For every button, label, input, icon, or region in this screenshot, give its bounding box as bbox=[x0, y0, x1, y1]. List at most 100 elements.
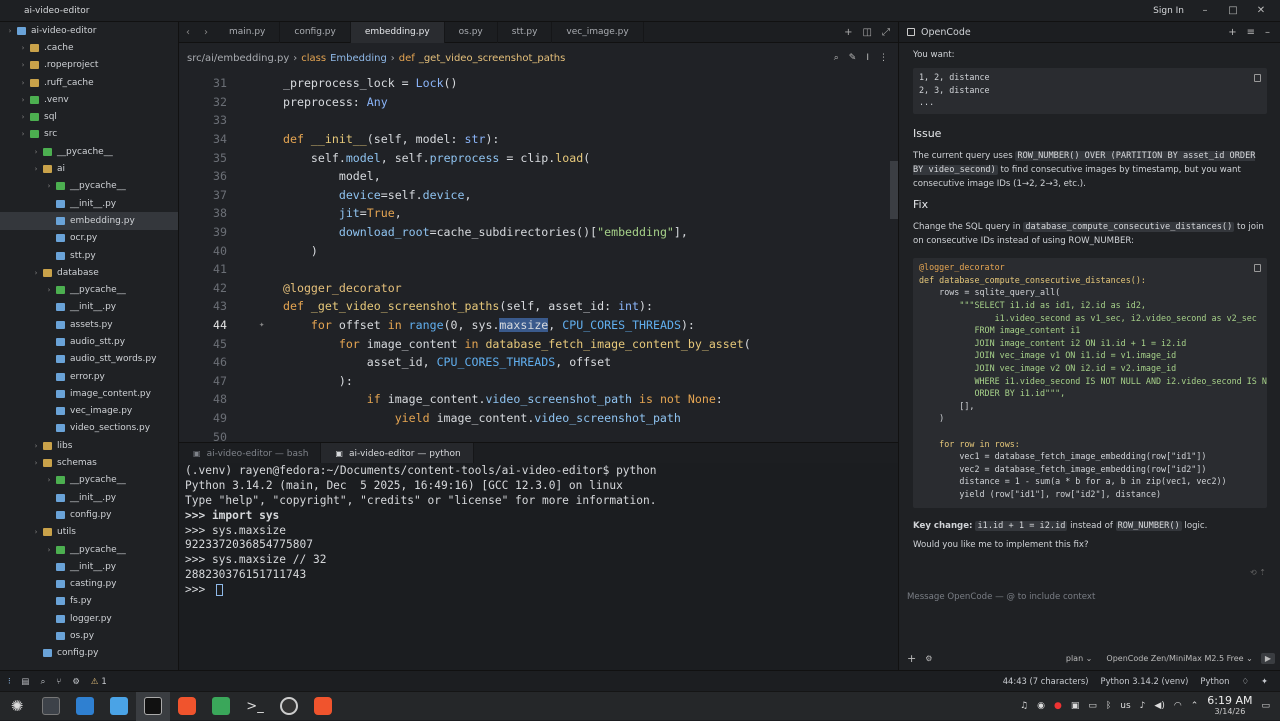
minimize-icon[interactable]: – bbox=[1198, 5, 1212, 16]
tree-item[interactable]: › __pycache__ bbox=[0, 178, 178, 195]
editor-scrollbar[interactable] bbox=[890, 161, 898, 219]
steam-icon[interactable]: ◉ bbox=[1037, 701, 1045, 711]
keyboard-layout[interactable]: us bbox=[1120, 701, 1130, 711]
code-editor[interactable]: 31 _preprocess_lock = Lock() 32 preprocess:… bbox=[179, 73, 898, 442]
terminal[interactable]: (.venv) rayen@fedora:~/Documents/content… bbox=[179, 463, 898, 670]
tree-item[interactable]: __init__.py bbox=[0, 195, 178, 212]
terminal-app-icon[interactable]: >_ bbox=[238, 692, 272, 721]
tree-item[interactable]: stt.py bbox=[0, 247, 178, 264]
tree-item[interactable]: video_sections.py bbox=[0, 420, 178, 437]
tray-expand-icon[interactable]: ⌃ bbox=[1191, 701, 1199, 711]
system-monitor-icon[interactable] bbox=[204, 692, 238, 721]
maximize-icon[interactable]: □ bbox=[1226, 5, 1240, 16]
language-mode[interactable]: Python bbox=[1200, 676, 1229, 686]
zed-editor-icon[interactable] bbox=[136, 691, 170, 721]
bluetooth-icon[interactable]: ᛒ bbox=[1106, 701, 1111, 711]
breadcrumb-function[interactable]: _get_video_screenshot_paths bbox=[419, 53, 566, 64]
breadcrumb-path[interactable]: src/ai/embedding.py bbox=[187, 53, 289, 64]
message-actions-icon[interactable]: ⟲ ⇡ bbox=[1250, 568, 1266, 577]
tree-item[interactable]: › utils bbox=[0, 524, 178, 541]
editor-tab[interactable]: os.py bbox=[445, 21, 498, 43]
tree-item[interactable]: logger.py bbox=[0, 610, 178, 627]
settings-icon[interactable]: ⚙ bbox=[925, 654, 932, 663]
editor-tab[interactable]: main.py bbox=[215, 21, 281, 43]
discover-icon[interactable] bbox=[68, 692, 102, 721]
new-tab-icon[interactable]: + bbox=[844, 27, 852, 38]
tree-item[interactable]: config.py bbox=[0, 645, 178, 662]
tree-item[interactable]: › libs bbox=[0, 437, 178, 454]
forward-icon[interactable]: › bbox=[197, 27, 215, 38]
sign-in-button[interactable]: Sign In bbox=[1153, 6, 1184, 16]
close-icon[interactable]: ✕ bbox=[1254, 5, 1268, 16]
code-action-icon[interactable]: ✦ bbox=[259, 320, 264, 330]
more-icon[interactable]: ⋮ bbox=[879, 53, 888, 63]
obs-icon[interactable] bbox=[272, 692, 306, 721]
tree-item[interactable]: config.py bbox=[0, 506, 178, 523]
brave-browser-icon[interactable] bbox=[170, 692, 204, 721]
split-icon[interactable]: ◫ bbox=[863, 27, 872, 38]
tree-item[interactable]: assets.py bbox=[0, 316, 178, 333]
clock[interactable]: 6:19 AM 3/14/26 bbox=[1207, 695, 1252, 717]
task-switcher-icon[interactable] bbox=[34, 692, 68, 721]
editor-tab[interactable]: stt.py bbox=[498, 21, 553, 43]
tree-item[interactable]: error.py bbox=[0, 368, 178, 385]
tree-item[interactable]: embedding.py bbox=[0, 212, 178, 230]
tree-item[interactable]: › src bbox=[0, 126, 178, 143]
editor-tab[interactable]: vec_image.py bbox=[552, 21, 644, 43]
tree-item[interactable]: fs.py bbox=[0, 593, 178, 610]
tree-item[interactable]: audio_stt_words.py bbox=[0, 351, 178, 368]
search-icon[interactable]: ⌕ bbox=[834, 53, 839, 63]
microphone-icon[interactable]: ♪ bbox=[1140, 701, 1146, 711]
tree-item[interactable]: image_content.py bbox=[0, 385, 178, 402]
git-icon[interactable]: ⑂ bbox=[56, 676, 61, 686]
tree-item[interactable]: › ai-video-editor bbox=[0, 22, 178, 39]
panels-icon[interactable]: ⁝ bbox=[8, 676, 11, 686]
wifi-icon[interactable]: ◠ bbox=[1174, 701, 1182, 711]
brave-browser-icon[interactable] bbox=[306, 692, 340, 721]
assistant-icon[interactable]: ✦ bbox=[1261, 676, 1268, 686]
tree-item[interactable]: › .ropeproject bbox=[0, 57, 178, 74]
model-select[interactable]: OpenCode Zen/MiniMax M2.5 Free ⌄ bbox=[1106, 654, 1252, 663]
notifications-icon[interactable]: ♫ bbox=[1020, 701, 1028, 711]
tree-item[interactable]: casting.py bbox=[0, 576, 178, 593]
new-session-icon[interactable]: + bbox=[1228, 27, 1236, 38]
mode-select[interactable]: plan ⌄ bbox=[1066, 654, 1093, 663]
tree-item[interactable]: › __pycache__ bbox=[0, 472, 178, 489]
tree-item[interactable]: › __pycache__ bbox=[0, 143, 178, 160]
tree-item[interactable]: audio_stt.py bbox=[0, 333, 178, 350]
tree-item[interactable]: ocr.py bbox=[0, 230, 178, 247]
tree-item[interactable]: › __pycache__ bbox=[0, 541, 178, 558]
tree-item[interactable]: › database bbox=[0, 264, 178, 281]
tree-item[interactable]: › .venv bbox=[0, 91, 178, 108]
copy-icon[interactable] bbox=[1254, 264, 1261, 272]
tree-item[interactable]: __init__.py bbox=[0, 299, 178, 316]
send-icon[interactable]: ▶ bbox=[1260, 652, 1275, 664]
tree-item[interactable]: vec_image.py bbox=[0, 403, 178, 420]
project-icon[interactable]: ▤ bbox=[22, 676, 30, 686]
tree-item[interactable]: os.py bbox=[0, 627, 178, 644]
terminal-tab[interactable]: ▣ ai-video-editor — bash bbox=[179, 443, 322, 464]
search-icon[interactable]: ⌕ bbox=[41, 676, 46, 687]
minimize-panel-icon[interactable]: – bbox=[1265, 27, 1270, 38]
message-input[interactable]: Message OpenCode — @ to include context bbox=[907, 592, 1273, 602]
tree-item[interactable]: › .cache bbox=[0, 39, 178, 56]
terminal-tab[interactable]: ▣ ai-video-editor — python bbox=[321, 443, 474, 464]
warning-icon[interactable]: ⚠ bbox=[91, 676, 99, 686]
tree-item[interactable]: › ai bbox=[0, 160, 178, 177]
file-manager-icon[interactable] bbox=[102, 692, 136, 721]
cursor-position[interactable]: 44:43 (7 characters) bbox=[1003, 676, 1089, 686]
tree-item[interactable]: › sql bbox=[0, 108, 178, 125]
back-icon[interactable]: ‹ bbox=[179, 27, 197, 38]
python-interpreter[interactable]: Python 3.14.2 (venv) bbox=[1101, 676, 1189, 686]
expand-icon[interactable]: ⤢ bbox=[882, 27, 890, 38]
editor-tab[interactable]: embedding.py bbox=[350, 21, 445, 43]
volume-icon[interactable]: ◀) bbox=[1154, 701, 1164, 711]
bell-icon[interactable]: ♢ bbox=[1241, 676, 1249, 686]
tree-item[interactable]: __init__.py bbox=[0, 558, 178, 575]
tree-item[interactable]: › __pycache__ bbox=[0, 281, 178, 298]
app-launcher-icon[interactable]: ✺ bbox=[0, 692, 34, 721]
tree-item[interactable]: › .ruff_cache bbox=[0, 74, 178, 91]
show-desktop-icon[interactable]: ▭ bbox=[1261, 701, 1270, 711]
menu-icon[interactable]: ≡ bbox=[1247, 27, 1255, 38]
tree-item[interactable]: __init__.py bbox=[0, 489, 178, 506]
